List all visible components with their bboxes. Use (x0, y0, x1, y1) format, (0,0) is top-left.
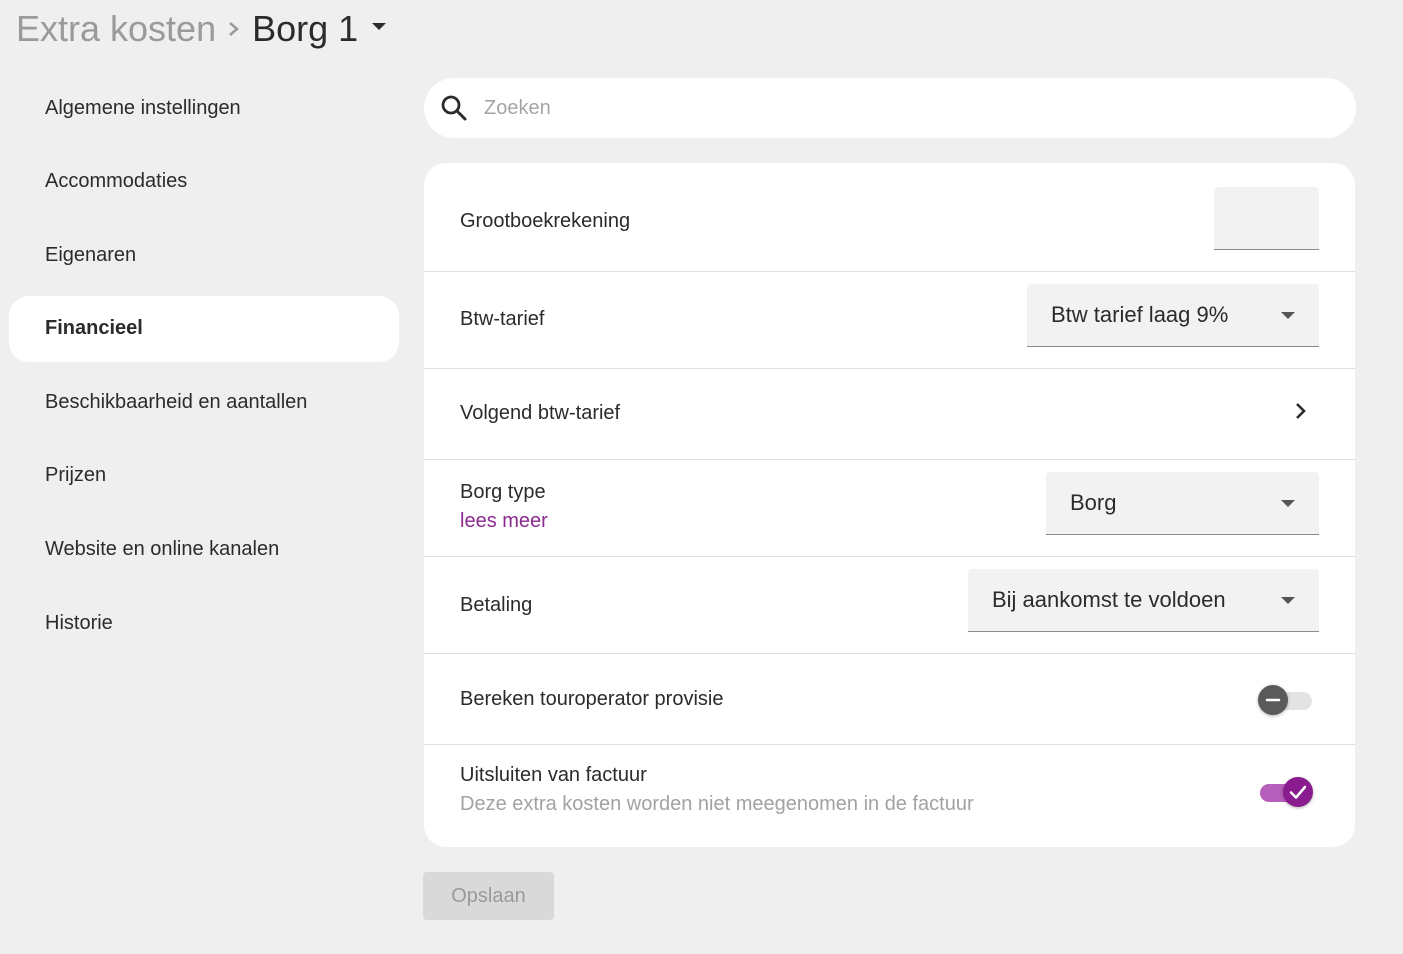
search-icon (441, 95, 467, 121)
btw-tarief-label: Btw-tarief (460, 308, 545, 330)
uitsluiten-factuur-description: Deze extra kosten worden niet meegenomen… (460, 793, 974, 815)
sidebar-item-label: Financieel (45, 317, 143, 340)
betaling-label: Betaling (460, 594, 533, 616)
sidebar-item-accommodaties[interactable]: Accommodaties (9, 149, 399, 215)
sidebar-item-algemene-instellingen[interactable]: Algemene instellingen (9, 75, 399, 141)
sidebar-item-label: Beschikbaarheid en aantallen (45, 390, 308, 413)
sidebar-item-label: Prijzen (45, 464, 107, 487)
sidebar-item-label: Algemene instellingen (45, 96, 241, 119)
touroperator-provisie-label: Bereken touroperator provisie (460, 688, 724, 710)
row-grootboekrekening: Grootboekrekening (424, 163, 1355, 272)
chevron-right-icon (229, 22, 240, 36)
sidebar-item-financieel[interactable]: Financieel (9, 295, 399, 362)
toggle-thumb (1283, 777, 1313, 807)
lees-meer-link[interactable]: lees meer (460, 510, 548, 533)
row-volgend-btw-tarief[interactable]: Volgend btw-tarief (424, 369, 1355, 460)
sidebar-item-beschikbaarheid[interactable]: Beschikbaarheid en aantallen (9, 369, 399, 435)
betaling-value: Bij aankomst te voldoen (992, 587, 1226, 612)
btw-tarief-select[interactable]: Btw tarief laag 9% (1027, 284, 1319, 347)
check-icon (1289, 785, 1307, 799)
minus-icon (1265, 698, 1281, 702)
row-uitsluiten-factuur: Uitsluiten van factuur Deze extra kosten… (424, 745, 1355, 847)
toggle-thumb (1258, 685, 1288, 715)
breadcrumb-current: Borg 1 (252, 8, 359, 49)
caret-down-icon[interactable] (372, 22, 387, 30)
caret-down-icon (1281, 597, 1295, 604)
sidebar-item-label: Eigenaren (45, 243, 137, 266)
btw-tarief-value: Btw tarief laag 9% (1051, 302, 1229, 327)
settings-card: Grootboekrekening Btw-tarief Btw tarief … (424, 163, 1355, 847)
row-betaling: Betaling Bij aankomst te voldoen (424, 557, 1355, 654)
borg-type-select[interactable]: Borg (1046, 472, 1319, 535)
betaling-select[interactable]: Bij aankomst te voldoen (968, 569, 1319, 632)
sidebar-item-eigenaren[interactable]: Eigenaren (9, 222, 399, 288)
volgend-btw-tarief-label: Volgend btw-tarief (460, 402, 621, 424)
uitsluiten-factuur-toggle[interactable] (1258, 775, 1316, 809)
row-borg-type: Borg type lees meer Borg (424, 460, 1355, 557)
save-button-label: Opslaan (451, 884, 526, 907)
breadcrumb: Extra kosten Borg 1 (16, 4, 387, 54)
sidebar-item-website[interactable]: Website en online kanalen (9, 517, 399, 583)
save-button[interactable]: Opslaan (423, 872, 554, 920)
caret-down-icon (1281, 312, 1295, 319)
sidebar-item-label: Website en online kanalen (45, 538, 280, 561)
uitsluiten-factuur-label: Uitsluiten van factuur (460, 764, 647, 786)
sidebar-item-label: Accommodaties (45, 170, 188, 193)
sidebar: Algemene instellingen Accommodaties Eige… (9, 75, 399, 664)
borg-type-value: Borg (1070, 490, 1117, 515)
search-bar (424, 78, 1356, 138)
sidebar-item-prijzen[interactable]: Prijzen (9, 443, 399, 509)
borg-type-label: Borg type (460, 481, 546, 503)
sidebar-item-label: Historie (45, 611, 113, 634)
row-touroperator-provisie: Bereken touroperator provisie (424, 654, 1355, 745)
caret-down-icon (1281, 500, 1295, 507)
grootboekrekening-label: Grootboekrekening (460, 210, 631, 232)
breadcrumb-parent[interactable]: Extra kosten (16, 8, 216, 50)
chevron-right-icon[interactable] (1291, 399, 1311, 423)
grootboekrekening-field[interactable] (1214, 187, 1319, 250)
row-btw-tarief: Btw-tarief Btw tarief laag 9% (424, 272, 1355, 369)
search-input[interactable] (484, 88, 1356, 128)
touroperator-provisie-toggle[interactable] (1258, 683, 1316, 717)
sidebar-item-historie[interactable]: Historie (9, 590, 399, 656)
